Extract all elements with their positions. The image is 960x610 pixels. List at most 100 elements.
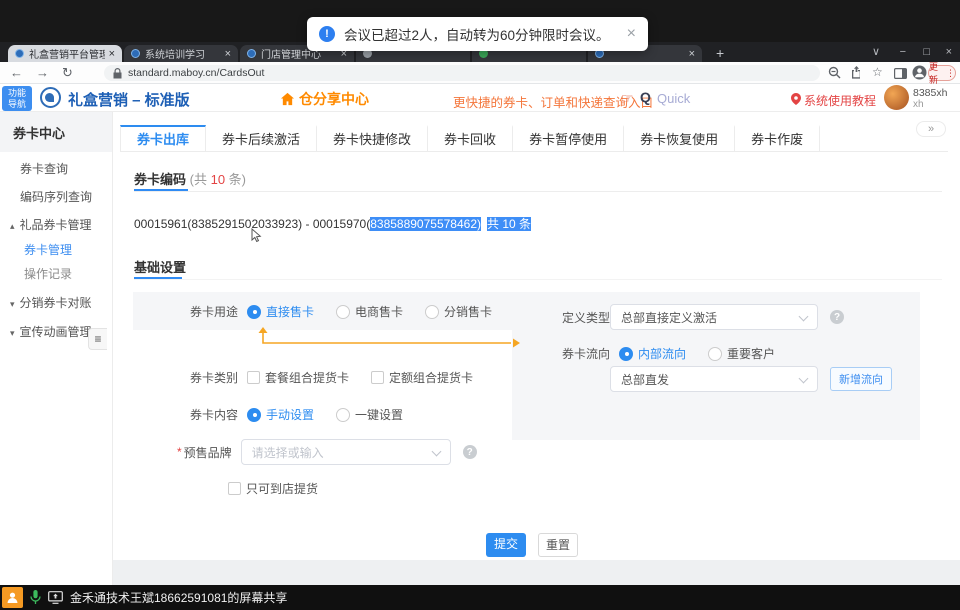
card-tabs: 券卡出库 券卡后续激活 券卡快捷修改 券卡回收 券卡暂停使用 券卡恢复使用 券卡…	[120, 125, 948, 152]
expand-more-button[interactable]: »	[916, 121, 946, 137]
radio-off-icon	[425, 305, 439, 319]
bookmark-star-icon[interactable]: ☆	[872, 65, 883, 79]
browser-tab-1[interactable]: 礼盒营销平台管理中心 ×	[8, 45, 122, 62]
select-placeholder: 请选择或输入	[252, 444, 324, 461]
sidebar-group-gift-card-management[interactable]: ▴礼品券卡管理	[10, 216, 92, 233]
field-label: 券卡内容	[190, 406, 238, 423]
required-mark: *	[177, 445, 182, 459]
radio-ecommerce-sale[interactable]: 电商售卡	[336, 303, 403, 320]
collapse-arrow-icon: ▴	[10, 221, 15, 231]
system-tutorial-link[interactable]: 系统使用教程	[804, 92, 876, 109]
more-menu-icon: ⋮	[946, 68, 955, 79]
quick-label[interactable]: Quick	[657, 91, 690, 106]
tab-card-void[interactable]: 券卡作废	[735, 125, 820, 151]
checkbox-store-pickup-only[interactable]: 只可到店提货	[228, 480, 318, 497]
quick-search-icon[interactable]: Q	[640, 89, 651, 105]
section-title-card-codes: 券卡编码 (共 10 条)	[134, 169, 246, 188]
define-type-select[interactable]: 总部直接定义激活	[610, 304, 818, 330]
function-nav-button[interactable]: 功能 导航	[2, 86, 32, 111]
share-icon[interactable]	[850, 66, 863, 84]
radio-internal-flow[interactable]: 内部流向	[619, 345, 686, 362]
help-icon[interactable]: ?	[830, 310, 844, 324]
checkbox-fixed-amount-combo-card[interactable]: 定额组合提货卡	[371, 369, 473, 386]
tab-close-icon[interactable]: ×	[689, 48, 695, 60]
help-icon[interactable]: ?	[463, 445, 477, 459]
card-content-row: 券卡内容 手动设置 一键设置	[190, 406, 425, 423]
tab-card-outbound[interactable]: 券卡出库	[120, 125, 206, 151]
sidebar: 券卡中心 券卡查询 编码序列查询 ▴礼品券卡管理 券卡管理 操作记录 ▾分销券卡…	[0, 112, 113, 585]
lock-icon	[113, 68, 122, 79]
refresh-icon[interactable]: ↻	[62, 65, 73, 81]
user-subname: xh	[913, 99, 924, 110]
main-content: 券卡出库 券卡后续激活 券卡快捷修改 券卡回收 券卡暂停使用 券卡恢复使用 券卡…	[113, 112, 960, 560]
window-minimize-button[interactable]: −	[900, 45, 906, 60]
tab-close-icon[interactable]: ×	[225, 48, 231, 60]
profile-avatar-icon[interactable]	[912, 65, 927, 85]
radio-off-icon	[336, 408, 350, 422]
store-only-row: 只可到店提货	[228, 480, 340, 497]
window-maximize-button[interactable]: □	[923, 45, 930, 60]
sidebar-item-card-management[interactable]: 券卡管理	[24, 241, 72, 258]
tab-card-later-activation[interactable]: 券卡后续激活	[206, 125, 317, 151]
radio-distribution-sale[interactable]: 分销售卡	[425, 303, 492, 320]
checkbox-icon	[247, 371, 260, 384]
sidebar-group-distribution-reconciliation[interactable]: ▾分销券卡对账	[10, 294, 92, 311]
expand-arrow-icon: ▾	[10, 299, 15, 309]
tab-card-suspend[interactable]: 券卡暂停使用	[513, 125, 624, 151]
section-title-basic-settings: 基础设置	[134, 257, 186, 276]
radio-one-click-setup[interactable]: 一键设置	[336, 406, 403, 423]
app-logo-icon	[40, 87, 61, 108]
tab-card-recycle[interactable]: 券卡回收	[428, 125, 513, 151]
sidebar-collapse-handle[interactable]: ≡	[88, 328, 107, 350]
reset-button[interactable]: 重置	[538, 533, 578, 557]
presale-brand-select[interactable]: 请选择或输入	[241, 439, 451, 465]
radio-important-customer[interactable]: 重要客户	[708, 345, 775, 362]
tab-close-icon[interactable]: ×	[109, 48, 115, 60]
screen-share-icon	[48, 591, 63, 604]
tab-card-quick-edit[interactable]: 券卡快捷修改	[317, 125, 428, 151]
browser-toolbar: ← → ↻ standard.maboy.cn/CardsOut ☆ 更新 ⋮	[0, 62, 960, 84]
window-close-button[interactable]: ×	[946, 45, 952, 60]
radio-manual-setup[interactable]: 手动设置	[247, 406, 314, 423]
card-usage-row: 券卡用途 直接售卡 电商售卡 分销售卡	[190, 303, 514, 320]
sidebar-group-promo-animation-management[interactable]: ▾宣传动画管理	[10, 323, 92, 340]
browser-tab-2[interactable]: 系统培训学习 ×	[124, 45, 238, 62]
sidepanel-icon[interactable]	[894, 66, 907, 84]
radio-off-icon	[708, 347, 722, 361]
add-flow-button[interactable]: 新增流向	[830, 367, 892, 391]
count-badge: 共 10 条	[487, 217, 531, 231]
checkbox-package-combo-card[interactable]: 套餐组合提货卡	[247, 369, 349, 386]
browser-menu-chevron-icon[interactable]: ∨	[872, 45, 880, 60]
radio-on-icon	[619, 347, 633, 361]
card-code-range: 00015961(8385291502033923) - 00015970(83…	[134, 215, 531, 232]
forward-icon[interactable]: →	[36, 65, 49, 81]
warehouse-icon	[280, 92, 295, 106]
tab-favicon	[247, 49, 256, 58]
chrome-update-button[interactable]: 更新 ⋮	[928, 65, 956, 81]
back-icon[interactable]: ←	[10, 65, 23, 81]
field-label: 券卡用途	[190, 303, 238, 320]
zoom-icon[interactable]	[828, 66, 841, 84]
checkbox-icon	[371, 371, 384, 384]
field-label: 定义类型	[562, 309, 610, 326]
share-center-link[interactable]: 仓分享中心	[280, 89, 369, 109]
screen-share-bar: 金禾通技术王斌18662591081的屏幕共享	[0, 585, 960, 610]
sidebar-item-operation-log[interactable]: 操作记录	[24, 265, 72, 282]
submit-button[interactable]: 提交	[486, 533, 526, 557]
url-text: standard.maboy.cn/CardsOut	[128, 67, 264, 79]
flow-select[interactable]: 总部直发	[610, 366, 818, 392]
toast-close-icon[interactable]: ×	[627, 26, 636, 42]
user-avatar[interactable]	[884, 85, 909, 110]
new-tab-button[interactable]: +	[716, 46, 724, 61]
tab-title: 礼盒营销平台管理中心	[29, 46, 105, 61]
toast-message: 会议已超过2人，自动转为60分钟限时会议。	[344, 24, 610, 44]
sidebar-item-card-query[interactable]: 券卡查询	[20, 160, 68, 177]
radio-on-icon	[247, 305, 261, 319]
sidebar-item-code-sequence-query[interactable]: 编码序列查询	[20, 188, 92, 205]
divider	[134, 279, 942, 280]
tab-card-resume[interactable]: 券卡恢复使用	[624, 125, 735, 151]
radio-direct-sale[interactable]: 直接售卡	[247, 303, 314, 320]
divider	[134, 191, 942, 192]
screen: 礼盒营销平台管理中心 × 系统培训学习 × 门店管理中心 × × + ∨ −	[0, 0, 960, 610]
address-bar[interactable]: standard.maboy.cn/CardsOut	[104, 65, 820, 81]
